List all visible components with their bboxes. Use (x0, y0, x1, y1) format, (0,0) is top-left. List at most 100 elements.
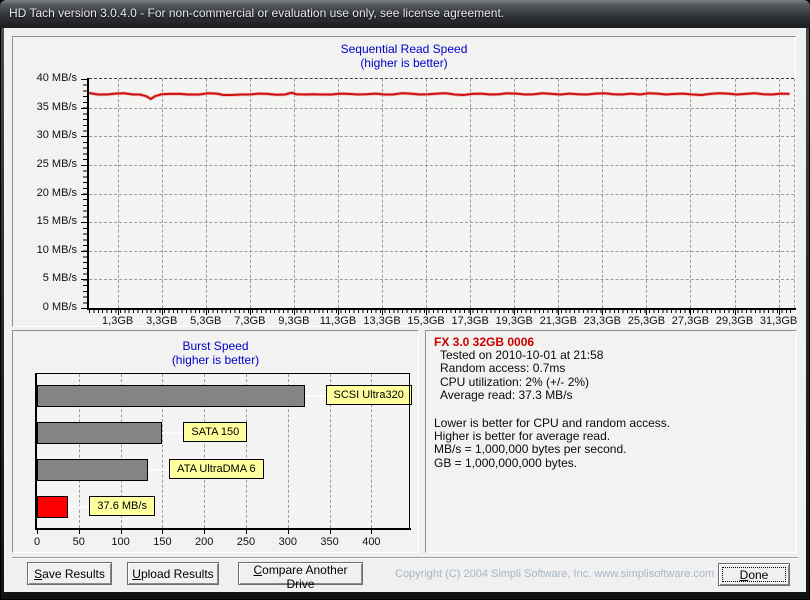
seq-y-major-tick (81, 107, 87, 109)
burst-bar-connector (148, 469, 170, 471)
burst-x-tick-label: 0 (33, 536, 41, 548)
burst-x-tick-label: 100 (111, 536, 130, 548)
burst-bar-connector (304, 395, 326, 397)
seq-x-tick-label: 5,3GB (190, 315, 222, 327)
seq-y-tick-label: 40 MB/s (36, 72, 77, 84)
burst-x-major-tick (371, 530, 373, 534)
burst-x-tick-label: 150 (153, 536, 172, 548)
drive-detail-line: Random access: 0.7ms (440, 361, 566, 376)
info-note-line: MB/s = 1,000,000 bytes per second. (434, 442, 627, 457)
burst-plot-top-border (37, 373, 410, 374)
burst-x-tick-label: 400 (362, 536, 381, 548)
burst-x-major-tick (162, 530, 164, 534)
seq-x-tick-label: 29,3GB (715, 315, 754, 327)
drive-name: FX 3.0 32GB 0006 (434, 335, 535, 349)
seq-y-major-tick (81, 164, 87, 166)
drive-details: Tested on 2010-10-01 at 21:58 Random acce… (434, 348, 788, 403)
burst-x-major-tick (37, 530, 38, 534)
burst-x-tick-label: 50 (72, 536, 85, 548)
seq-y-tick-label: 15 MB/s (36, 215, 77, 228)
seq-x-tick-label: 27,3GB (671, 315, 710, 327)
burst-bar (37, 459, 149, 481)
burst-bar (37, 496, 69, 518)
seq-x-minor-ticks (89, 310, 794, 313)
seq-y-major-tick (81, 279, 87, 281)
burst-chart-subtitle: (higher is better) (171, 353, 260, 367)
seq-y-major-tick (81, 308, 87, 309)
burst-bar-connector (68, 506, 90, 508)
burst-x-major-tick (245, 530, 247, 534)
burst-bar (37, 385, 305, 407)
button-label: Compare Another Drive (253, 563, 348, 591)
copyright-text: Copyright (C) 2004 Simpli Software, Inc.… (395, 568, 715, 580)
burst-x-major-tick (204, 530, 206, 534)
seq-x-tick-label: 19,3GB (495, 315, 533, 327)
seq-y-tick-label: 10 MB/s (36, 243, 77, 256)
burst-x-tick-label: 200 (195, 536, 214, 548)
seq-x-tick-label: 23,3GB (583, 315, 621, 327)
drive-detail-line: Tested on 2010-10-01 at 21:58 (440, 348, 604, 362)
burst-x-major-tick (287, 530, 289, 534)
seq-y-major-tick (81, 222, 87, 224)
seq-x-tick-label: 11,3GB (319, 315, 357, 327)
seq-x-tick-label: 31,3GB (759, 315, 798, 327)
drive-detail-line: Average read: 37.3 MB/s (440, 388, 573, 403)
burst-x-major-tick (120, 530, 122, 534)
upload-results-button[interactable]: Upload Results (127, 562, 219, 585)
info-note-line: Higher is better for average read. (434, 429, 611, 444)
save-results-button[interactable]: Save Results (27, 562, 112, 585)
seq-read-plot-area (89, 79, 794, 308)
seq-y-axis (87, 78, 89, 310)
info-note-line: Lower is better for CPU and random acces… (434, 415, 671, 430)
done-button[interactable]: Done (718, 563, 790, 586)
seq-x-tick-label: 3,3GB (146, 315, 178, 327)
burst-chart-title: Burst Speed (182, 339, 249, 353)
seq-y-tick-label: 5 MB/s (42, 272, 77, 285)
seq-y-tick-label: 30 MB/s (36, 129, 77, 142)
seq-x-tick-label: 13,3GB (363, 315, 401, 327)
seq-x-tick-label: 21,3GB (539, 315, 577, 327)
seq-y-major-tick (81, 136, 87, 138)
burst-bar-label: SCSI Ultra320 (325, 385, 412, 405)
seq-y-major-tick (81, 79, 87, 80)
seq-plot-top-border (89, 78, 794, 79)
burst-bar (37, 422, 163, 444)
info-notes: Lower is better for CPU and random acces… (434, 415, 788, 471)
burst-bar-label: SATA 150 (183, 422, 248, 442)
seq-y-major-tick (81, 193, 87, 195)
seq-x-tick-label: 15,3GB (407, 315, 445, 327)
burst-bar-connector (162, 432, 184, 434)
burst-x-major-tick (78, 530, 80, 534)
burst-x-major-tick (329, 530, 331, 534)
compare-another-drive-button[interactable]: Compare Another Drive (238, 562, 363, 591)
seq-plot-right-border (794, 79, 795, 308)
burst-x-tick-label: 250 (236, 536, 256, 548)
info-note-line: GB = 1,000,000,000 bytes. (434, 455, 578, 470)
title-bar[interactable]: HD Tach version 3.0.4.0 - For non-commer… (0, 0, 810, 28)
seq-x-tick-label: 1,3GB (102, 315, 134, 327)
seq-chart-subtitle: (higher is better) (360, 56, 448, 70)
seq-y-major-tick (81, 250, 87, 252)
burst-y-axis (35, 373, 37, 530)
sequential-read-panel: Sequential Read Speed (higher is better)… (12, 36, 798, 327)
seq-read-speed-line (89, 90, 790, 101)
button-label: Upload Results (132, 566, 214, 581)
burst-plot-area: SCSI Ultra320 SATA 150 ATA UltraDMA 6 37.6 … (37, 374, 412, 528)
button-label: Done (739, 567, 769, 582)
hd-tach-window: HD Tach version 3.0.4.0 - For non-commer… (0, 0, 810, 600)
burst-x-tick-label: 300 (278, 536, 297, 548)
seq-chart-title: Sequential Read Speed (340, 42, 468, 56)
burst-plot-right-border (409, 373, 410, 529)
burst-x-axis (35, 528, 411, 530)
button-label: Save Results (34, 566, 105, 581)
seq-x-tick-label: 9,3GB (278, 315, 310, 327)
window-title: HD Tach version 3.0.4.0 - For non-commer… (9, 6, 505, 20)
seq-x-tick-label: 7,3GB (234, 315, 266, 327)
seq-y-tick-label: 20 MB/s (36, 186, 77, 199)
client-area: Sequential Read Speed (higher is better)… (4, 28, 806, 592)
seq-y-tick-label: 0 MB/s (42, 301, 77, 313)
seq-x-tick-label: 25,3GB (627, 315, 666, 327)
seq-y-tick-label: 25 MB/s (36, 157, 77, 170)
seq-x-tick-label: 17,3GB (451, 315, 489, 327)
seq-y-tick-label: 35 MB/s (36, 100, 77, 113)
